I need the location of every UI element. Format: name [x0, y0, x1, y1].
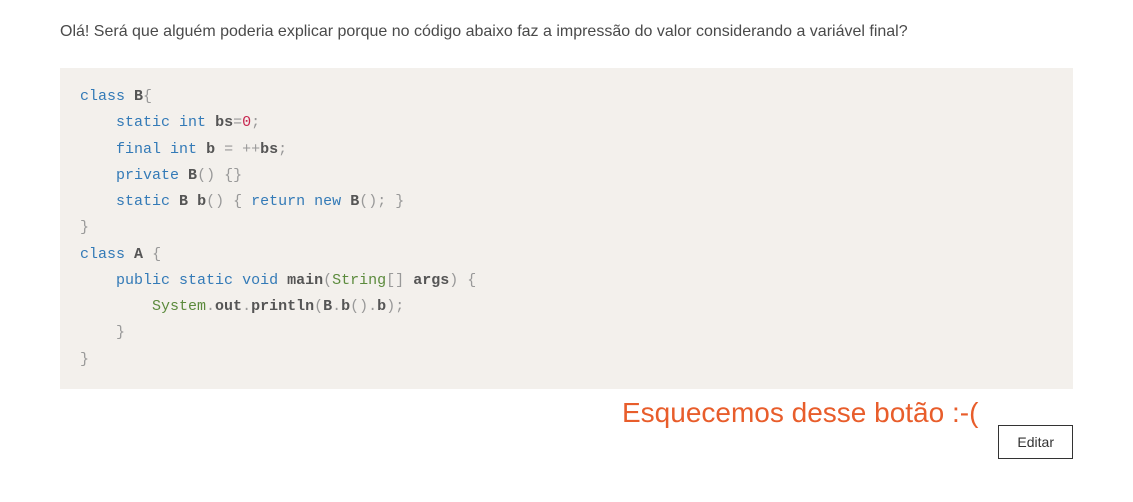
code-keyword: public — [116, 272, 170, 289]
code-punct: } — [80, 351, 89, 368]
code-punct: { — [152, 246, 161, 263]
code-operator: = — [224, 141, 233, 158]
code-punct: ); — [386, 298, 404, 315]
code-identifier: B — [350, 193, 359, 210]
code-identifier: bs — [260, 141, 278, 158]
code-identifier: main — [287, 272, 323, 289]
code-type: B — [179, 193, 188, 210]
code-keyword: private — [116, 167, 179, 184]
code-identifier: b — [197, 193, 206, 210]
code-identifier: B — [323, 298, 332, 315]
code-punct: ; — [278, 141, 287, 158]
code-keyword: static — [179, 272, 233, 289]
code-type: String — [332, 272, 386, 289]
code-block: class B{ static int bs=0; final int b = … — [60, 68, 1073, 389]
code-punct: . — [332, 298, 341, 315]
code-punct: ( — [323, 272, 332, 289]
code-punct: () { — [206, 193, 242, 210]
code-identifier: b — [206, 141, 215, 158]
code-keyword: static — [116, 193, 170, 210]
code-identifier: b — [341, 298, 350, 315]
code-keyword: class — [80, 246, 125, 263]
code-identifier: A — [134, 246, 143, 263]
edit-button[interactable]: Editar — [998, 425, 1073, 459]
code-identifier: B — [134, 88, 143, 105]
code-punct: . — [206, 298, 215, 315]
code-identifier: B — [188, 167, 197, 184]
annotation-row: Esquecemos desse botão :-( Editar — [60, 397, 1073, 459]
code-punct: () {} — [197, 167, 242, 184]
code-punct: } — [80, 219, 89, 236]
question-text: Olá! Será que alguém poderia explicar po… — [60, 20, 1073, 44]
code-keyword: void — [242, 272, 278, 289]
code-keyword: static — [116, 114, 170, 131]
code-identifier: println — [251, 298, 314, 315]
code-identifier: b — [377, 298, 386, 315]
code-operator: = — [233, 114, 242, 131]
code-punct: (). — [350, 298, 377, 315]
code-punct: [] — [386, 272, 404, 289]
code-punct: { — [143, 88, 152, 105]
code-punct: } — [116, 324, 125, 341]
annotation-text: Esquecemos desse botão :-( — [622, 397, 978, 429]
code-keyword: class — [80, 88, 125, 105]
code-keyword: int — [179, 114, 206, 131]
code-identifier: bs — [215, 114, 233, 131]
code-keyword: final — [116, 141, 161, 158]
code-identifier: args — [413, 272, 449, 289]
code-punct: (); } — [359, 193, 404, 210]
code-punct: ; — [251, 114, 260, 131]
code-identifier: out — [215, 298, 242, 315]
code-punct: ( — [314, 298, 323, 315]
code-keyword: new — [314, 193, 341, 210]
code-number: 0 — [242, 114, 251, 131]
code-operator: ++ — [242, 141, 260, 158]
code-keyword: return — [251, 193, 305, 210]
code-identifier: System — [152, 298, 206, 315]
code-keyword: int — [170, 141, 197, 158]
code-punct: ) { — [449, 272, 476, 289]
code-punct: . — [242, 298, 251, 315]
